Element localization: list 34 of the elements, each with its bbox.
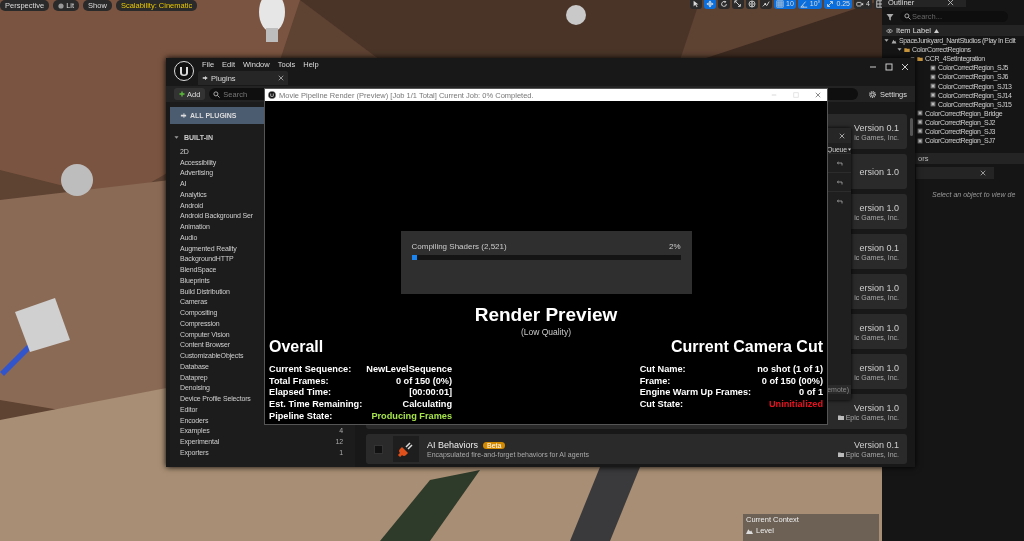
stat-value: Uninitialized xyxy=(767,399,823,411)
stat-label: Cut Name: xyxy=(639,364,687,376)
stat-value: [00:00:01] xyxy=(408,387,453,400)
section-title: Overall xyxy=(269,338,325,356)
plugin-version: Version 1.0 xyxy=(853,402,899,413)
stat-label: Current Sequence: xyxy=(269,364,353,376)
plugin-version: ersion 1.0 xyxy=(859,282,899,293)
stat-value: 0 of 1 xyxy=(798,387,823,400)
plugin-version: ersion 1.0 xyxy=(859,362,899,373)
progress-label: Compiling Shaders (2,521) xyxy=(411,242,507,251)
plugin-version: ersion 1.0 xyxy=(859,202,899,213)
stat-value: 0 of 150 (0%) xyxy=(394,375,453,388)
stat-value: Producing Frames xyxy=(370,410,453,423)
preview-subheading: (Low Quality) xyxy=(520,327,572,337)
stat-label: Total Frames: xyxy=(269,375,330,388)
stat-label: Est. Time Remaining: xyxy=(269,399,363,411)
stat-label: Frame: xyxy=(639,375,672,388)
section-title: Current Camera Cut xyxy=(670,338,823,356)
progress-percent: 2% xyxy=(668,242,681,251)
stat-value: NewLevelSequence xyxy=(366,364,453,376)
plugin-version: Version 0.1 xyxy=(853,122,899,133)
stat-label: Elapsed Time: xyxy=(269,387,333,400)
plugin-version: ersion 1.0 xyxy=(859,166,899,177)
plugin-version: ersion 0.1 xyxy=(859,242,899,253)
plugin-name: AI Behaviors xyxy=(427,440,479,450)
plugin-version: ersion 1.0 xyxy=(859,322,899,333)
plugin-version: Version 0.1 xyxy=(853,440,899,450)
stat-value: 0 of 150 (00%) xyxy=(760,375,823,388)
stat-label: Engine Warm Up Frames: xyxy=(639,387,752,400)
stat-label: Cut State: xyxy=(639,399,685,411)
stat-value: no shot (1 of 1) xyxy=(757,364,823,376)
stat-value: Calculating xyxy=(401,399,453,411)
preview-heading: Render Preview xyxy=(474,304,618,326)
stat-label: Pipeline State: xyxy=(269,410,334,423)
